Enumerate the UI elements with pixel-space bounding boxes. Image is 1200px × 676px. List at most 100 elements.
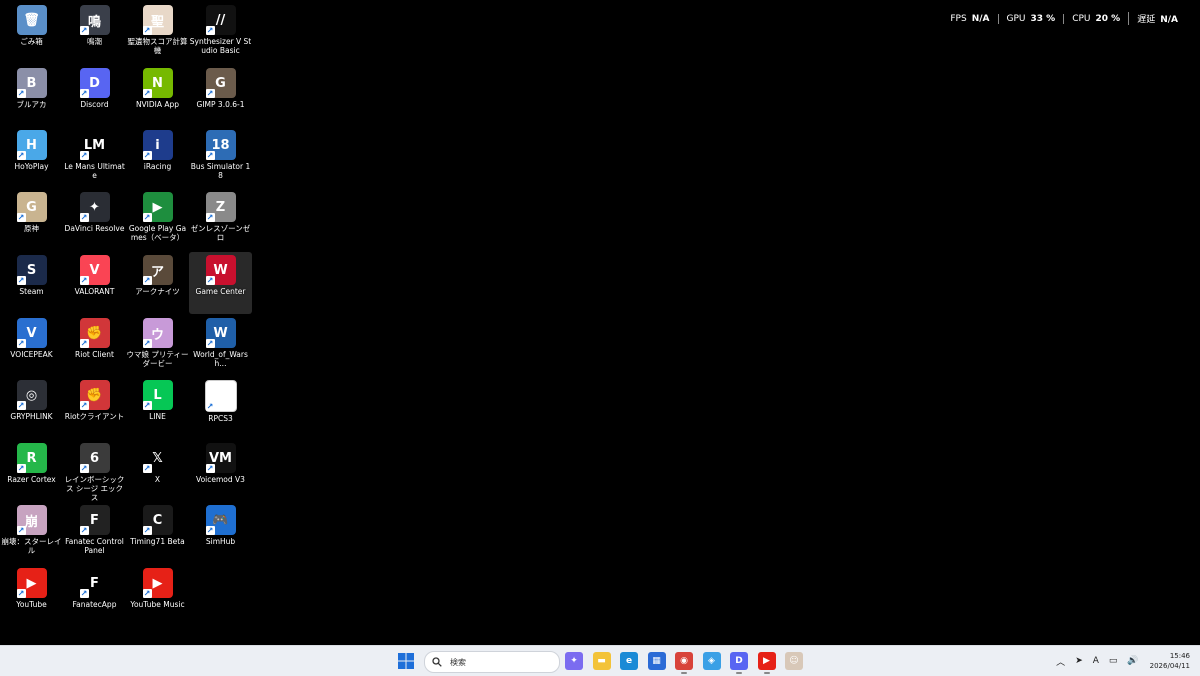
desktop-icon[interactable]: V ↗ VOICEPEAK	[0, 315, 63, 377]
desktop-icon[interactable]: 鳴 ↗ 鳴潮	[63, 2, 126, 64]
desktop-icon-label: SimHub	[205, 537, 236, 546]
shortcut-arrow-icon: ↗	[16, 339, 26, 348]
shortcut-arrow-icon: ↗	[142, 213, 152, 222]
desktop-icon[interactable]: ✊ ↗ Riot Client	[63, 315, 126, 377]
running-indicator	[763, 672, 770, 674]
desktop-icon-label: DaVinci Resolve	[64, 224, 125, 233]
running-indicator	[736, 672, 742, 674]
desktop-icon[interactable]: G ↗ GIMP 3.0.6-1	[189, 65, 252, 127]
desktop-icon[interactable]: W ↗ World_of_Warsh...	[189, 315, 252, 377]
cpu-value: 20 %	[1095, 13, 1121, 24]
desktop-icon[interactable]: //↗ Synthesizer V Studio Basic	[189, 2, 252, 64]
fps-value: N/A	[971, 13, 990, 24]
desktop-icon-label: ごみ箱	[20, 37, 43, 46]
desktop-icon[interactable]: S ↗ Steam	[0, 252, 63, 314]
desktop-icon-label: Bus Simulator 18	[190, 162, 251, 180]
timing71-icon: C ↗	[142, 505, 173, 535]
desktop-icon[interactable]: LM ↗ Le Mans Ultimate	[63, 127, 126, 189]
shortcut-arrow-icon: ↗	[16, 213, 26, 222]
start-button[interactable]	[398, 653, 414, 669]
youtube-icon[interactable]: ▶	[757, 652, 776, 670]
edge-icon[interactable]: e	[620, 652, 638, 670]
desktop-icon[interactable]: G ↗ 原神	[0, 189, 63, 251]
clock-time: 15:46	[1169, 652, 1190, 660]
file-explorer-icon[interactable]: ▬	[592, 652, 611, 670]
desktop-icon[interactable]: ◎ ↗ GRYPHLINK	[0, 377, 63, 439]
rpcs3-icon: ↗	[204, 380, 237, 412]
desktop-icon[interactable]: 🗑 ごみ箱	[0, 2, 63, 64]
latency-label: 遅延	[1137, 15, 1156, 25]
desktop-icon[interactable]: D ↗ Discord	[63, 65, 126, 127]
shortcut-arrow-icon: ↗	[142, 401, 152, 410]
discord-icon: D ↗	[79, 68, 110, 98]
chrome-icon[interactable]: ◉	[675, 652, 693, 670]
bus-simulator-icon: 18 ↗	[205, 130, 236, 160]
volume-icon[interactable]: 🔊	[1127, 656, 1138, 666]
desktop-icon[interactable]: ウ ↗ ウマ娘 プリティーダービー	[126, 315, 189, 377]
desktop-icon[interactable]: F ↗ Fanatec Control Panel	[63, 502, 126, 564]
desktop-icon-label: Game Center	[195, 287, 246, 296]
shortcut-arrow-icon: ↗	[16, 589, 26, 598]
desktop-icon-label: Le Mans Ultimate	[64, 162, 125, 180]
clock[interactable]: 15:46 2026/04/11	[1150, 651, 1190, 671]
desktop-icon[interactable]: ↗ RPCS3	[189, 377, 252, 439]
cpu-readout: CPU 20 %	[1063, 13, 1128, 24]
synthesizer-v-icon: //↗	[205, 5, 236, 35]
desktop-icon[interactable]: ✊ ↗ Riotクライアント	[63, 377, 126, 439]
desktop-icon-label: GRYPHLINK	[10, 412, 53, 421]
desktop-icon-label: Discord	[80, 100, 109, 109]
microsoft-store-icon[interactable]: ▦	[647, 652, 666, 670]
wuthering-waves-icon: 鳴 ↗	[79, 5, 110, 35]
desktop-icon[interactable]: i ↗ iRacing	[126, 127, 189, 189]
desktop-icon[interactable]: H ↗ HoYoPlay	[0, 127, 63, 189]
ime-indicator[interactable]: A	[1093, 656, 1099, 666]
discord-icon[interactable]: D	[730, 652, 748, 670]
gpu-readout: GPU 33 %	[997, 13, 1064, 24]
taskbar-search[interactable]: 検索	[424, 651, 560, 673]
desktop-icon[interactable]: 聖 ↗ 聖遺物スコア計算機	[126, 2, 189, 64]
game-avatar-icon[interactable]: ☺	[785, 652, 803, 670]
desktop-icon[interactable]: V ↗ VALORANT	[63, 252, 126, 314]
desktop-icon[interactable]: 18 ↗ Bus Simulator 18	[189, 127, 252, 189]
shortcut-arrow-icon: ↗	[142, 339, 152, 348]
desktop-icon[interactable]: ▶ ↗ YouTube Music	[126, 565, 189, 627]
desktop-icon[interactable]: ▶ ↗ YouTube	[0, 565, 63, 627]
desktop-icon[interactable]: Z ↗ ゼンレスゾーンゼロ	[189, 189, 252, 251]
desktop-icon[interactable]: 崩 ↗ 崩壊：スターレイル	[0, 502, 63, 564]
desktop-icon-label: ゼンレスゾーンゼロ	[190, 224, 251, 242]
desktop-icon[interactable]: ▶ ↗ Google Play Games（ベータ）	[126, 189, 189, 251]
desktop-icon[interactable]: C ↗ Timing71 Beta	[126, 502, 189, 564]
network-icon[interactable]: ▭	[1109, 656, 1118, 666]
desktop-icon[interactable]: VM ↗ Voicemod V3	[189, 440, 252, 502]
desktop-icon[interactable]: B ↗ ブルアカ	[0, 65, 63, 127]
desktop[interactable]: 🗑 ごみ箱 B ↗ ブルアカ H ↗ HoYoPlay G ↗ 原神 S ↗ Steam V ↗ VOICEPE…	[0, 0, 1200, 645]
desktop-icon-label: Synthesizer V Studio Basic	[189, 37, 252, 55]
desktop-icon[interactable]: N ↗ NVIDIA App	[126, 65, 189, 127]
search-icon	[432, 657, 442, 667]
running-indicator	[681, 672, 687, 674]
app-blue-icon[interactable]: ◈	[702, 652, 721, 670]
desktop-icon[interactable]: ア ↗ アークナイツ	[126, 252, 189, 314]
desktop-icon[interactable]: 🎮 ↗ SimHub	[189, 502, 252, 564]
google-play-games-icon: ▶ ↗	[142, 192, 173, 222]
copilot-icon[interactable]: ✦	[565, 652, 583, 670]
chevron-up-icon[interactable]: ︿	[1056, 655, 1065, 668]
desktop-icon[interactable]: L ↗ LINE	[126, 377, 189, 439]
desktop-icon[interactable]: 6 ↗ レインボーシックス シージ エックス	[63, 440, 126, 502]
desktop-icon-label: YouTube Music	[130, 600, 185, 609]
gpu-value: 33 %	[1030, 13, 1056, 24]
windows-icon	[398, 653, 414, 669]
shortcut-arrow-icon: ↗	[142, 151, 152, 160]
desktop-icon[interactable]: R ↗ Razer Cortex	[0, 440, 63, 502]
location-icon[interactable]: ➤	[1075, 656, 1083, 666]
desktop-icon[interactable]: 𝕏 ↗ X	[126, 440, 189, 502]
desktop-icon-label: YouTube	[16, 600, 47, 609]
shortcut-arrow-icon: ↗	[79, 339, 89, 348]
system-tray: ︿ ➤ A ▭ 🔊 15:46 2026/04/11	[1051, 646, 1194, 676]
shortcut-arrow-icon: ↗	[79, 276, 89, 285]
desktop-icon-label: LINE	[149, 412, 166, 421]
desktop-icon[interactable]: ✦ ↗ DaVinci Resolve	[63, 189, 126, 251]
desktop-icon[interactable]: W ↗ Game Center	[189, 252, 252, 314]
desktop-icon[interactable]: F ↗ FanatecApp	[63, 565, 126, 627]
shortcut-arrow-icon: ↗	[142, 26, 152, 35]
